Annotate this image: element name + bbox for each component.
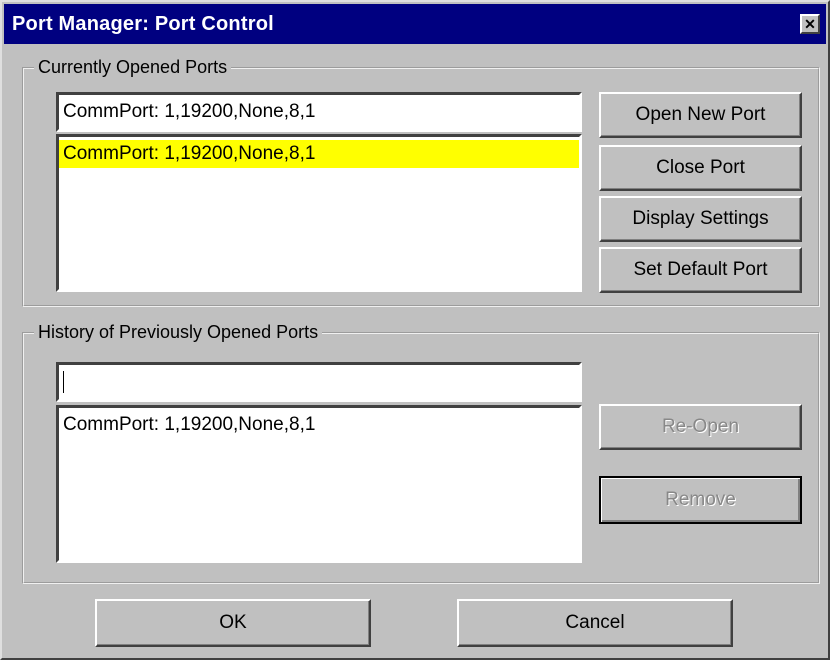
current-port-input-value: CommPort: 1,19200,None,8,1 (63, 101, 316, 122)
reopen-button[interactable]: Re-Open (599, 404, 802, 450)
remove-button[interactable]: Remove (599, 476, 802, 524)
remove-label: Remove (665, 489, 736, 510)
text-caret (63, 371, 64, 393)
history-label: History of Previously Opened Ports (38, 322, 319, 342)
list-item[interactable]: CommPort: 1,19200,None,8,1 (59, 140, 579, 168)
history-input[interactable] (56, 362, 582, 402)
display-settings-label: Display Settings (632, 208, 769, 229)
close-port-label: Close Port (656, 157, 745, 178)
list-item-label: CommPort: 1,19200,None,8,1 (63, 414, 316, 435)
cancel-label: Cancel (565, 612, 625, 633)
ok-button[interactable]: OK (95, 599, 371, 647)
port-manager-dialog: Port Manager: Port Control ✕ Currently O… (0, 0, 830, 660)
display-settings-button[interactable]: Display Settings (599, 196, 802, 242)
current-ports-list[interactable]: CommPort: 1,19200,None,8,1 (56, 134, 582, 292)
set-default-port-button[interactable]: Set Default Port (599, 247, 802, 293)
list-item[interactable]: CommPort: 1,19200,None,8,1 (59, 411, 579, 439)
title-bar[interactable]: Port Manager: Port Control ✕ (4, 4, 826, 44)
current-ports-label: Currently Opened Ports (38, 57, 228, 77)
ok-label: OK (219, 612, 247, 633)
current-port-input[interactable]: CommPort: 1,19200,None,8,1 (56, 92, 582, 132)
set-default-port-label: Set Default Port (633, 259, 768, 280)
cancel-button[interactable]: Cancel (457, 599, 733, 647)
list-item-label: CommPort: 1,19200,None,8,1 (63, 143, 316, 164)
reopen-label: Re-Open (661, 416, 740, 437)
close-port-button[interactable]: Close Port (599, 145, 802, 191)
open-new-port-button[interactable]: Open New Port (599, 92, 802, 138)
close-icon[interactable]: ✕ (800, 14, 820, 34)
open-new-port-label: Open New Port (635, 104, 766, 125)
history-list[interactable]: CommPort: 1,19200,None,8,1 (56, 405, 582, 563)
window-title: Port Manager: Port Control (12, 12, 274, 35)
